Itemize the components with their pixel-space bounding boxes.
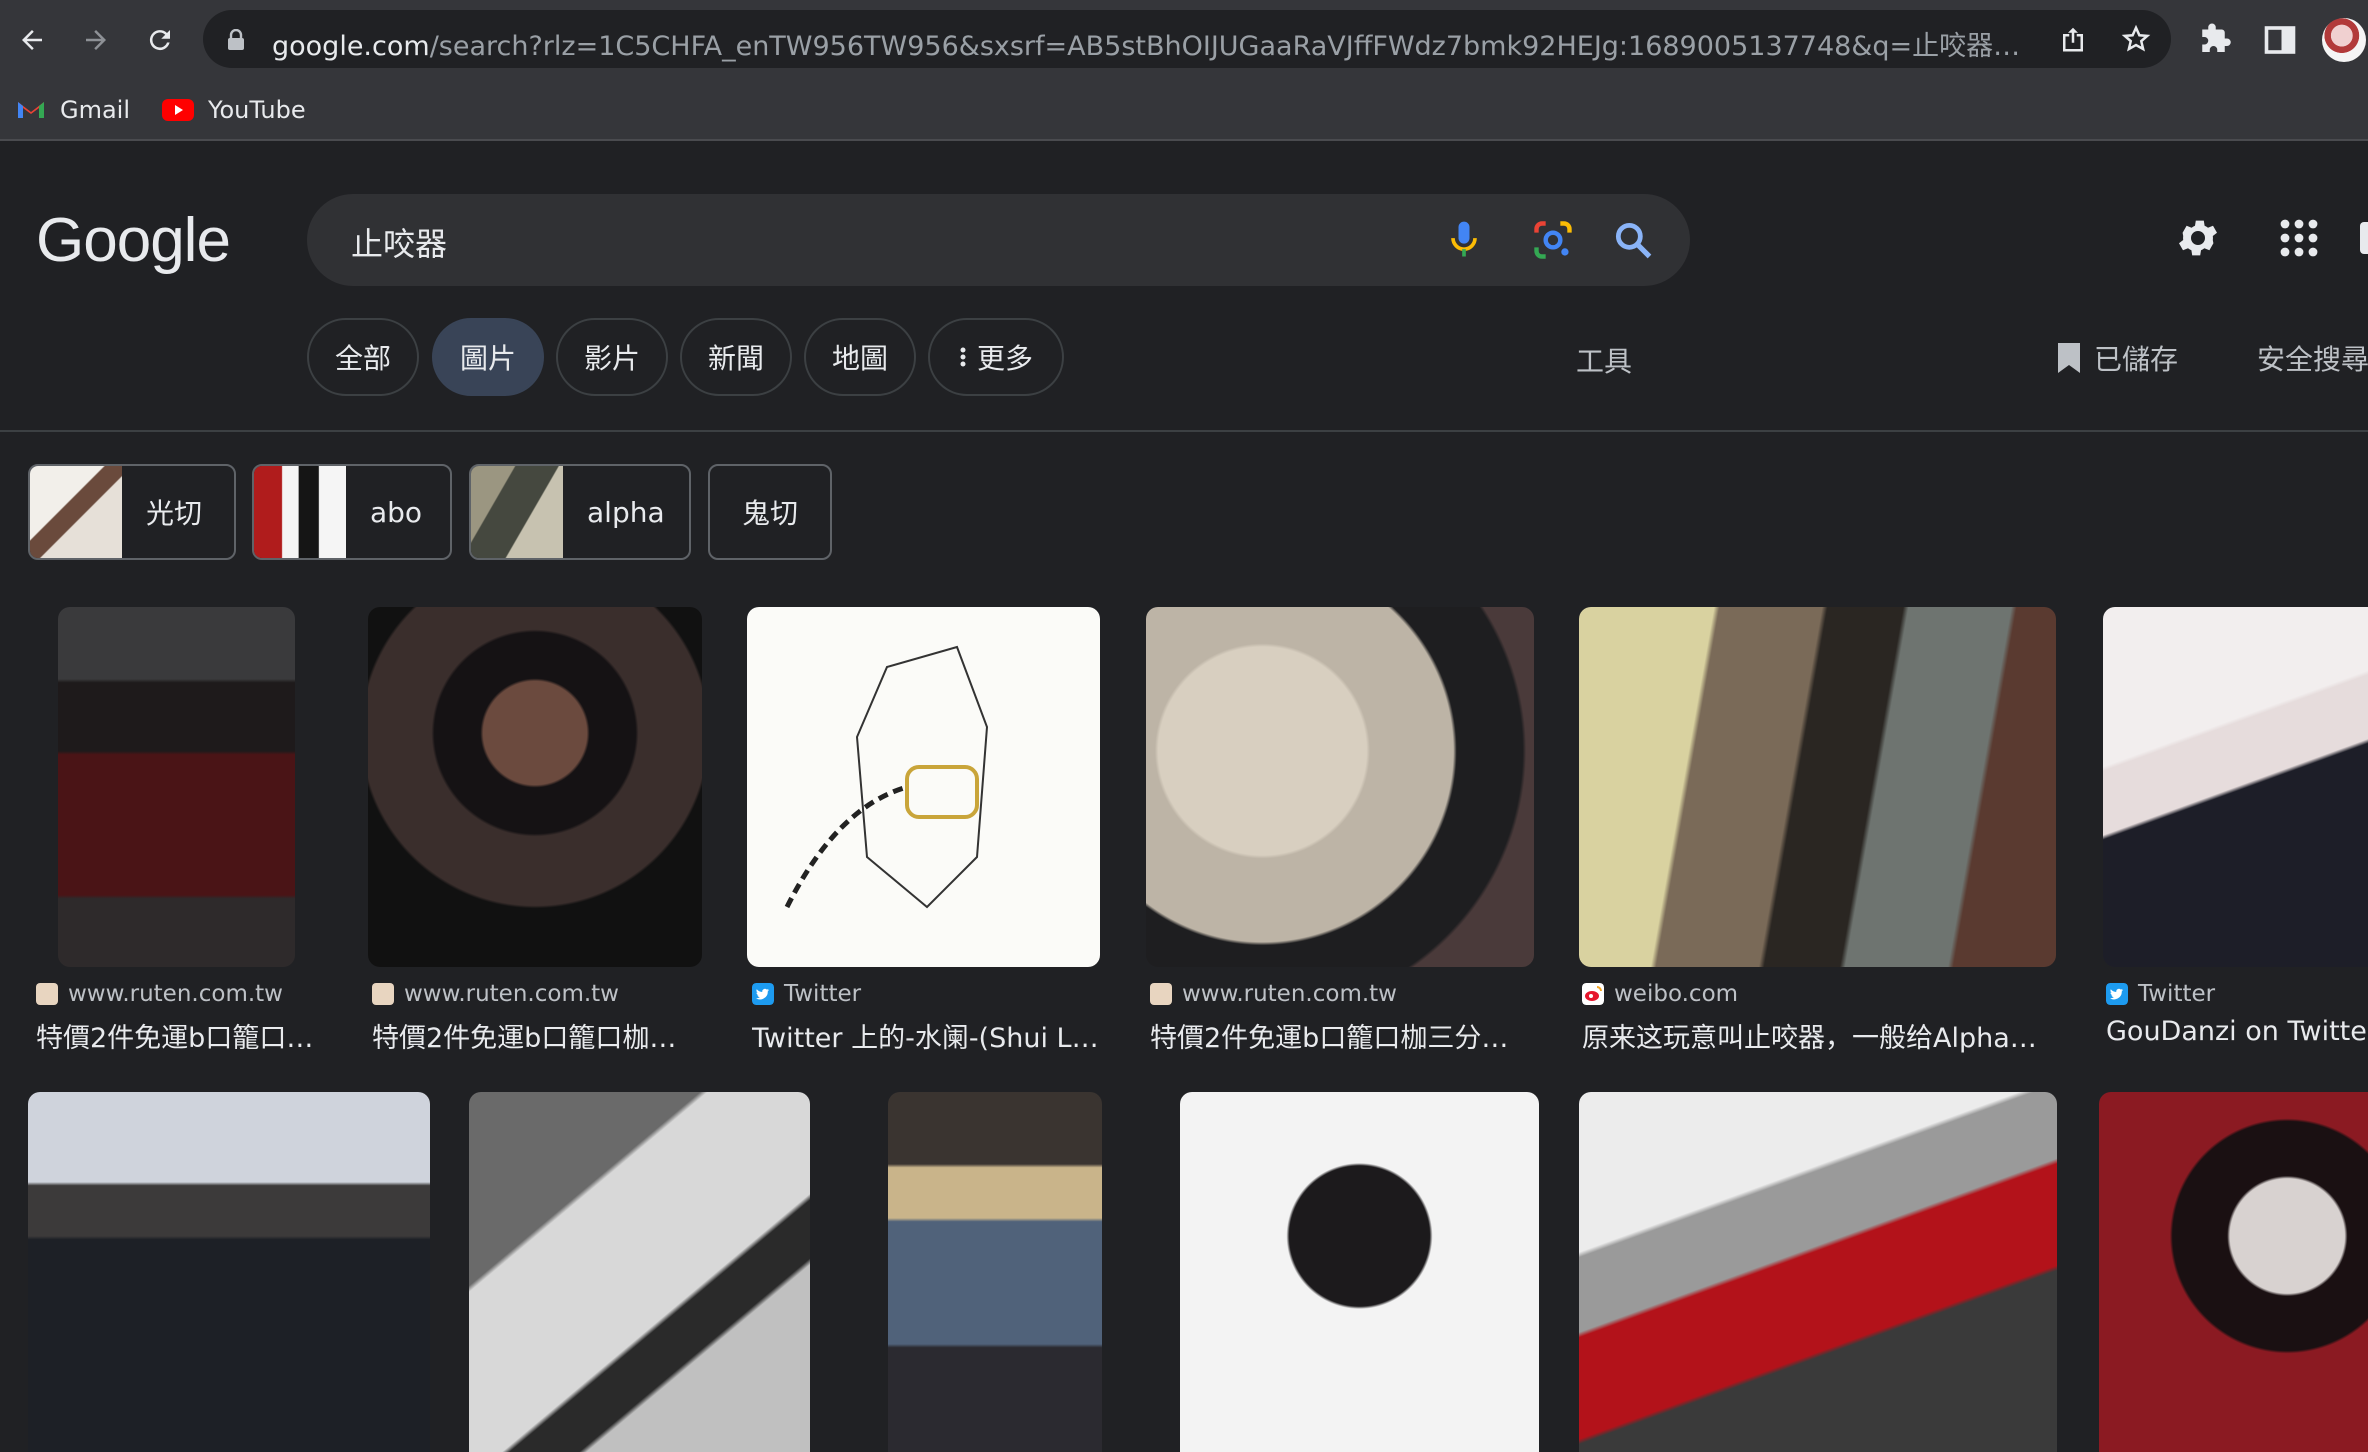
bookmark-label: Gmail <box>60 96 131 124</box>
source-label: weibo.com <box>1614 981 1739 1007</box>
twitter-icon <box>752 983 774 1005</box>
saved-button[interactable]: 已儲存 <box>2056 338 2178 378</box>
result-source[interactable]: www.ruten.com.tw <box>1150 981 1397 1007</box>
forward-button[interactable] <box>78 22 114 58</box>
tab-all[interactable]: 全部 <box>307 318 419 396</box>
side-panel-icon[interactable] <box>2262 22 2298 58</box>
tab-videos[interactable]: 影片 <box>556 318 668 396</box>
gmail-icon <box>18 102 44 118</box>
back-button[interactable] <box>14 22 50 58</box>
result-title[interactable]: 特價2件免運b口籠口枷… <box>372 1016 702 1055</box>
chip-thumbnail <box>254 466 346 558</box>
google-logo[interactable]: Google <box>36 205 231 276</box>
favicon-icon <box>1150 983 1172 1005</box>
search-box[interactable]: 止咬器 <box>307 194 1690 286</box>
microphone-icon[interactable] <box>1442 218 1486 262</box>
url-host: google.com <box>272 31 430 62</box>
search-icon[interactable] <box>1611 218 1655 262</box>
chip-thumbnail <box>30 466 122 558</box>
bookmark-gmail[interactable]: Gmail <box>16 90 130 130</box>
twitter-icon <box>2106 983 2128 1005</box>
chip-guiqie[interactable]: 鬼切 <box>708 464 832 560</box>
source-label: Twitter <box>784 981 862 1007</box>
result-thumbnail[interactable] <box>1180 1092 1539 1452</box>
arrow-left-icon <box>22 30 42 50</box>
result-source[interactable]: weibo.com <box>1582 981 1738 1007</box>
tab-images[interactable]: 圖片 <box>432 318 544 396</box>
chip-label: 光切 <box>146 497 203 530</box>
saved-label: 已儲存 <box>2094 343 2179 376</box>
source-label: www.ruten.com.tw <box>68 981 283 1007</box>
google-lens-icon[interactable] <box>1531 218 1575 262</box>
url-path: /search?rlz=1C5CHFA_enTW956TW956&sxsrf=A… <box>429 31 2032 62</box>
result-title[interactable]: 原来这玩意叫止咬器，一般给Alpha… <box>1582 1016 2056 1055</box>
extensions-icon[interactable] <box>2197 22 2233 58</box>
search-tabs: 全部 圖片 影片 新聞 地圖 更多 工具 已儲存 安全搜尋 <box>0 318 2368 398</box>
bookmark-icon <box>2058 343 2080 373</box>
tab-more-label: 更多 <box>976 342 1033 375</box>
favicon-icon <box>372 983 394 1005</box>
weibo-icon <box>1582 983 1604 1005</box>
result-source[interactable]: Twitter <box>752 981 861 1007</box>
arrow-right-icon <box>86 30 106 50</box>
result-thumbnail[interactable] <box>1146 607 1534 967</box>
bookmark-star-icon[interactable] <box>2121 24 2151 54</box>
search-input[interactable]: 止咬器 <box>351 219 447 265</box>
bookmarks-bar: Gmail YouTube <box>0 80 2368 141</box>
reload-icon <box>149 30 170 51</box>
result-thumbnail[interactable] <box>747 607 1100 967</box>
chip-alpha[interactable]: alpha <box>469 464 691 560</box>
result-title[interactable]: 特價2件免運b口籠口枷三分… <box>1150 1016 1534 1055</box>
result-thumbnail[interactable] <box>1579 1092 2057 1452</box>
source-label: www.ruten.com.tw <box>1182 981 1397 1007</box>
url-text[interactable]: google.com/search?rlz=1C5CHFA_enTW956TW9… <box>272 24 2032 63</box>
chip-guangqie[interactable]: 光切 <box>28 464 236 560</box>
result-source[interactable]: www.ruten.com.tw <box>36 981 283 1007</box>
source-label: Twitter <box>2138 981 2216 1007</box>
lock-icon <box>228 29 244 50</box>
result-thumbnail[interactable] <box>1579 607 2056 967</box>
result-title[interactable]: Twitter 上的-水阑-(Shui L… <box>752 1016 1102 1055</box>
source-label: www.ruten.com.tw <box>404 981 619 1007</box>
tab-more[interactable]: 更多 <box>928 318 1064 396</box>
result-thumbnail[interactable] <box>2099 1092 2368 1452</box>
tab-news[interactable]: 新聞 <box>680 318 792 396</box>
result-source[interactable]: Twitter <box>2106 981 2215 1007</box>
account-avatar-edge[interactable] <box>2360 222 2368 254</box>
safe-search-button[interactable]: 安全搜尋 <box>2257 338 2368 378</box>
chip-abo[interactable]: abo <box>252 464 452 560</box>
result-thumbnail[interactable] <box>28 1092 430 1452</box>
chip-label: abo <box>370 495 423 529</box>
result-thumbnail[interactable] <box>469 1092 810 1452</box>
bookmark-label: YouTube <box>208 96 306 124</box>
result-title[interactable]: 特價2件免運b口籠口… <box>36 1016 326 1055</box>
chip-thumbnail <box>471 466 563 558</box>
tab-maps[interactable]: 地圖 <box>804 318 916 396</box>
apps-grid-icon[interactable] <box>2275 214 2323 262</box>
share-icon[interactable] <box>2058 24 2088 54</box>
result-title[interactable]: GouDanzi on Twitter <box>2106 1016 2368 1047</box>
bookmark-youtube[interactable]: YouTube <box>162 90 306 130</box>
result-source[interactable]: www.ruten.com.tw <box>372 981 619 1007</box>
settings-gear-icon[interactable] <box>2174 214 2222 262</box>
result-thumbnail[interactable] <box>368 607 702 967</box>
tools-button[interactable]: 工具 <box>1576 340 1632 380</box>
favicon-icon <box>36 983 58 1005</box>
browser-toolbar: google.com/search?rlz=1C5CHFA_enTW956TW9… <box>0 0 2368 80</box>
profile-avatar[interactable] <box>2322 18 2366 62</box>
more-vertical-icon <box>960 347 966 367</box>
result-thumbnail[interactable] <box>2103 607 2368 967</box>
chip-label: alpha <box>587 495 665 529</box>
sketch-illustration <box>784 645 989 909</box>
address-bar[interactable]: google.com/search?rlz=1C5CHFA_enTW956TW9… <box>203 10 2171 68</box>
reload-button[interactable] <box>142 22 178 58</box>
header-divider <box>0 430 2368 432</box>
result-thumbnail[interactable] <box>888 1092 1102 1452</box>
youtube-icon <box>162 99 194 121</box>
chip-label: 鬼切 <box>741 497 798 530</box>
result-thumbnail[interactable] <box>58 607 295 967</box>
